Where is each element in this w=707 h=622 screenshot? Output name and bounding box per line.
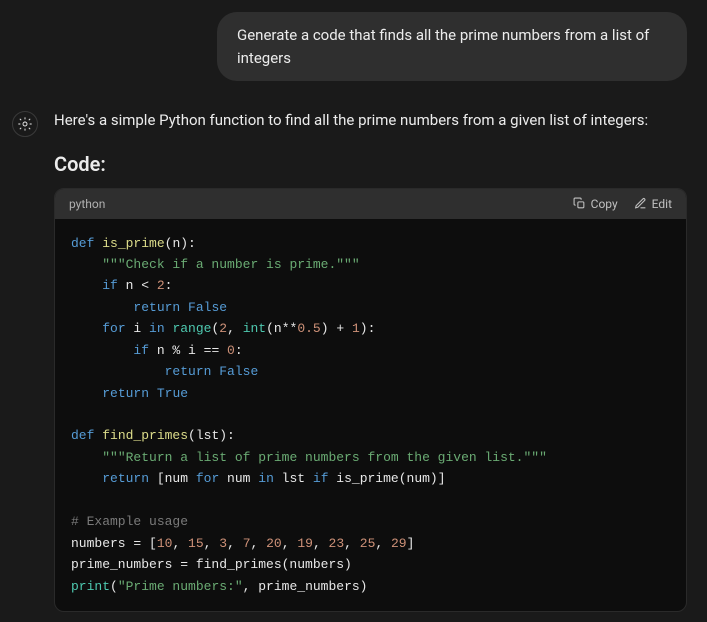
code-header: python Copy [55, 189, 686, 219]
copy-label: Copy [591, 197, 618, 211]
assistant-avatar-icon [12, 111, 38, 137]
copy-icon [573, 197, 586, 210]
edit-icon [634, 197, 647, 210]
copy-button[interactable]: Copy [573, 197, 618, 211]
assistant-intro-text: Here's a simple Python function to find … [54, 109, 687, 132]
code-language-label: python [69, 197, 105, 211]
user-message-bubble: Generate a code that finds all the prime… [217, 12, 687, 81]
user-message-row: Generate a code that finds all the prime… [8, 12, 699, 81]
code-actions: Copy Edit [573, 197, 672, 211]
assistant-message-row: Here's a simple Python function to find … [8, 109, 699, 612]
edit-button[interactable]: Edit [634, 197, 672, 211]
edit-label: Edit [652, 197, 672, 211]
code-heading: Code: [54, 152, 687, 176]
user-message-text: Generate a code that finds all the prime… [237, 26, 649, 67]
code-block: python Copy [54, 188, 687, 612]
assistant-content: Here's a simple Python function to find … [54, 109, 699, 612]
code-body[interactable]: def is_prime(n): """Check if a number is… [55, 219, 686, 611]
